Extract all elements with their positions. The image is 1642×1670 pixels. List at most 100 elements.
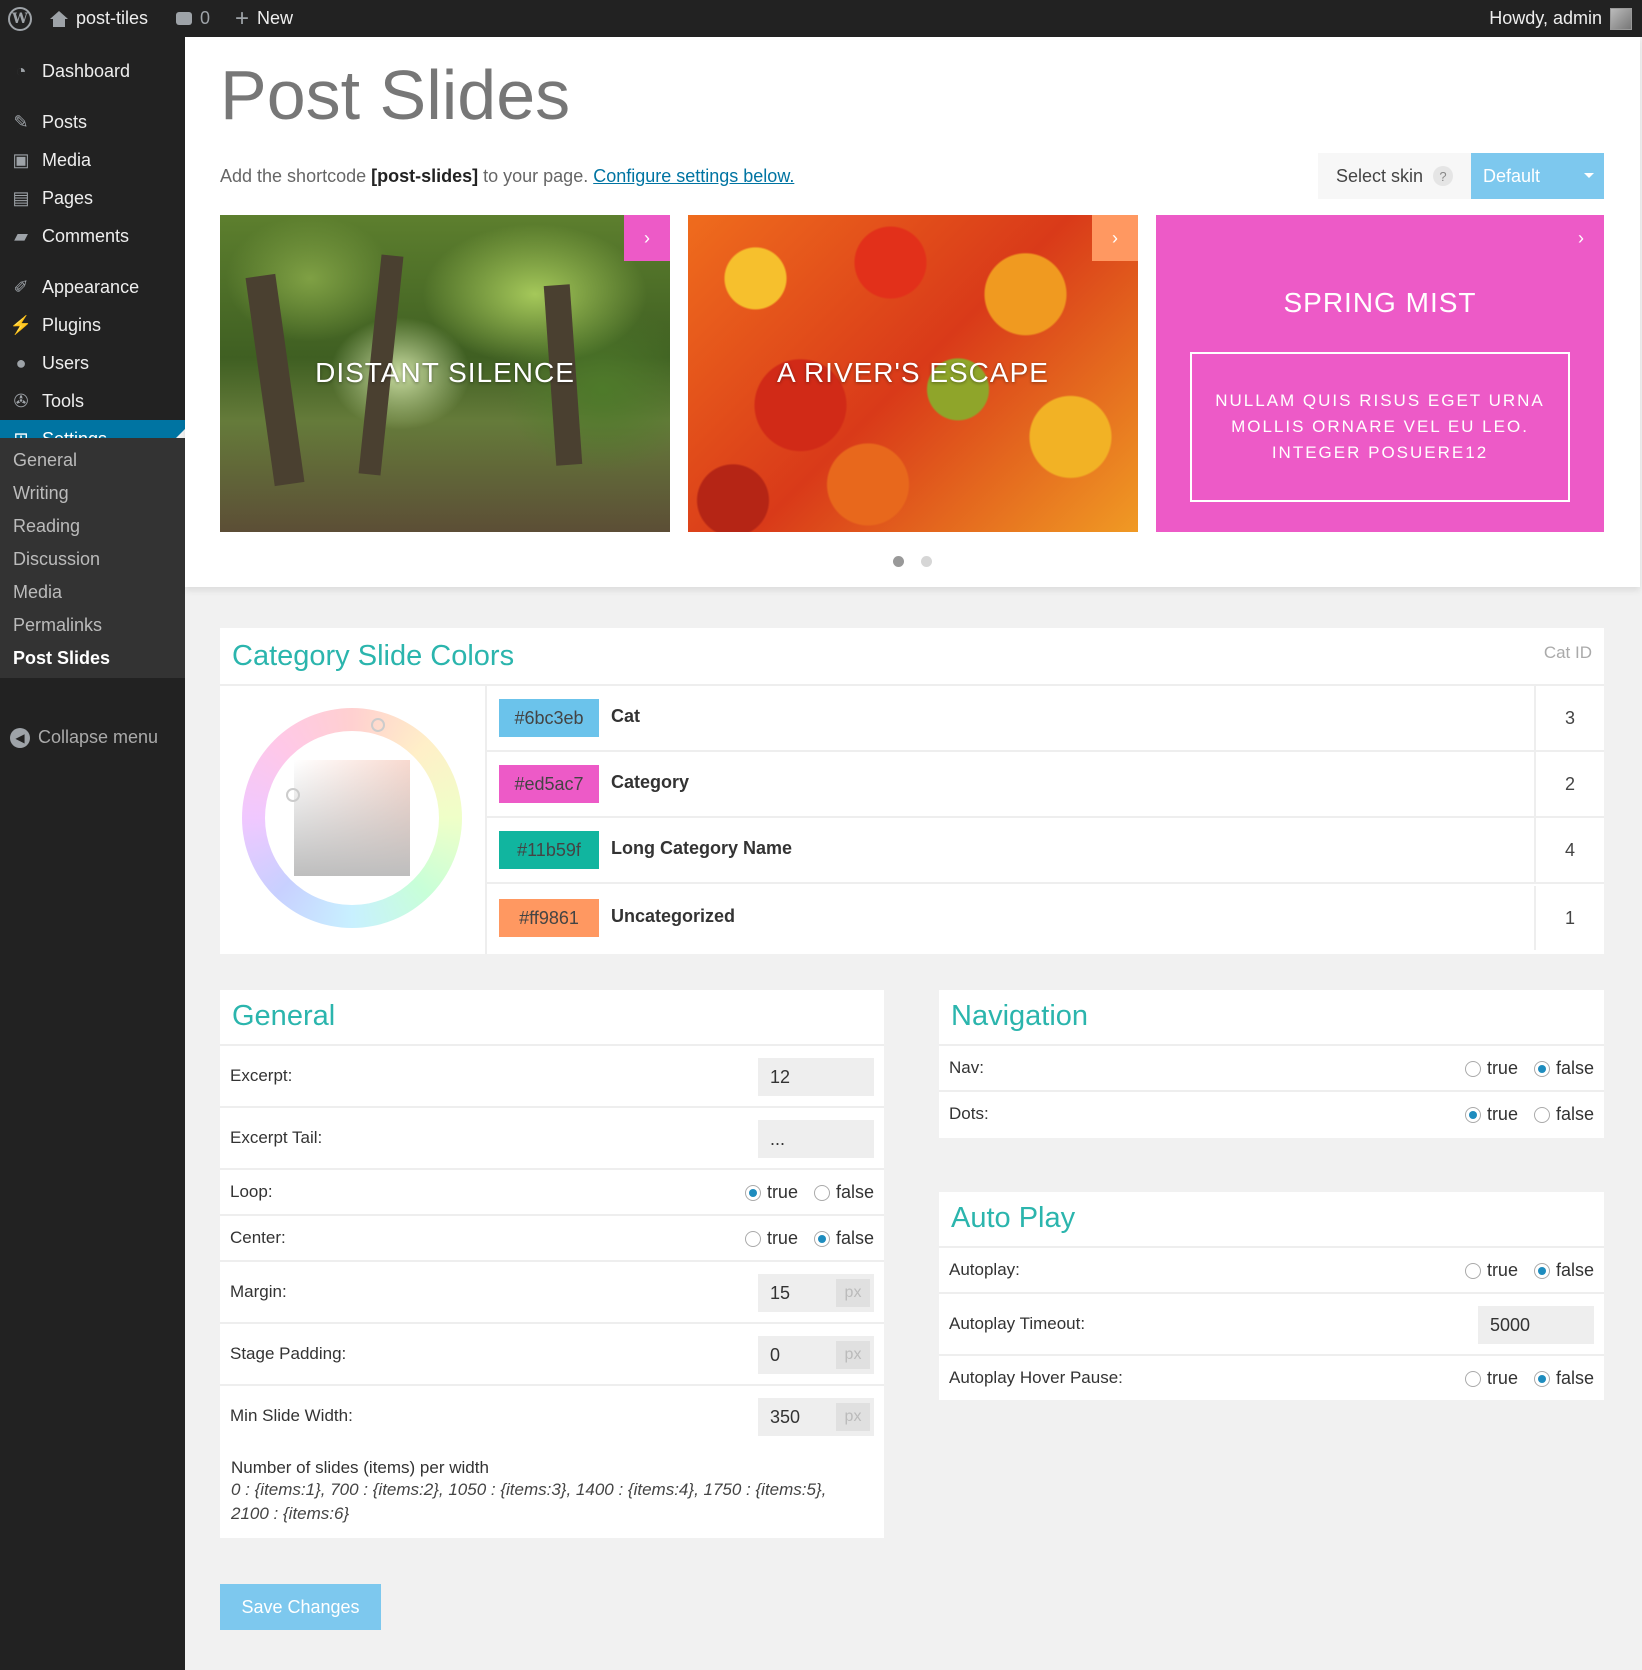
sidebar-item-posts[interactable]: ✎ Posts	[0, 103, 185, 141]
autoplay-panel: Auto Play Autoplay: true false Autoplay …	[939, 1192, 1604, 1400]
color-picker	[220, 686, 487, 954]
submenu-general[interactable]: General	[13, 450, 77, 471]
pin-icon: ✎	[13, 111, 29, 132]
category-row: #ed5ac7 Category 2	[487, 752, 1604, 818]
sidebar-item-dashboard[interactable]: ◔ Dashboard	[0, 52, 185, 90]
account-menu[interactable]: Howdy, admin	[1489, 0, 1632, 37]
media-icon: ▣	[12, 149, 30, 170]
nav-false-radio[interactable]: false	[1533, 1058, 1594, 1079]
section-title: Navigation	[951, 1000, 1089, 1032]
submenu-reading[interactable]: Reading	[13, 516, 80, 537]
hover-pause-true-radio[interactable]: true	[1464, 1368, 1518, 1389]
center-row: Center: true false	[220, 1216, 884, 1262]
color-swatch[interactable]: #6bc3eb	[499, 699, 599, 737]
color-swatch[interactable]: #ff9861	[499, 899, 599, 937]
select-skin-label: Select skin	[1335, 165, 1424, 186]
chevron-right-icon[interactable]: ›	[1092, 215, 1138, 261]
settings-submenu: General Writing Reading Discussion Media…	[0, 438, 185, 678]
hover-pause-false-radio[interactable]: false	[1533, 1368, 1594, 1389]
admin-bar: W post-tiles 0 + New Howdy, admin	[0, 0, 1642, 37]
min-slide-width-input[interactable]: 350 px	[758, 1398, 874, 1436]
admin-sidebar: ◔ Dashboard ✎ Posts ▣ Media ▤ Pages ▰ Comment…	[0, 37, 185, 1670]
caret-down-icon	[1584, 173, 1594, 178]
category-name: Uncategorized	[611, 906, 736, 926]
loop-true-radio[interactable]: true	[744, 1182, 798, 1203]
color-wheel[interactable]	[242, 708, 462, 928]
save-changes-button[interactable]: Save Changes	[220, 1584, 381, 1630]
sidebar-item-plugins[interactable]: ⚡ Plugins	[0, 306, 185, 344]
category-row: #6bc3eb Cat 3	[487, 686, 1604, 752]
sidebar-item-comments[interactable]: ▰ Comments	[0, 217, 185, 255]
category-row: #11b59f Long Category Name 4	[487, 818, 1604, 884]
sidebar-item-tools[interactable]: ✇ Tools	[0, 382, 185, 420]
category-row: #ff9861 Uncategorized 1	[487, 886, 1604, 952]
comment-bubble-icon	[176, 12, 192, 25]
sidebar-item-appearance[interactable]: ✐ Appearance	[0, 268, 185, 306]
collapse-arrow-icon: ◀	[10, 727, 30, 748]
excerpt-tail-input[interactable]: ...	[758, 1120, 874, 1158]
category-id: 2	[1534, 752, 1604, 816]
autoplay-false-radio[interactable]: false	[1533, 1260, 1594, 1281]
site-name-link[interactable]: post-tiles	[50, 0, 148, 37]
center-false-radio[interactable]: false	[813, 1228, 874, 1249]
hue-handle[interactable]	[371, 718, 385, 732]
submenu-permalinks[interactable]: Permalinks	[13, 615, 102, 636]
wordpress-logo-icon[interactable]: W	[8, 0, 32, 37]
collapse-menu-button[interactable]: ◀ Collapse menu	[10, 727, 158, 748]
page-title: Post Slides	[220, 56, 571, 134]
excerpt-input[interactable]: 12	[758, 1058, 874, 1096]
slider-dot-2[interactable]	[921, 556, 932, 567]
autoplay-timeout-input[interactable]: 5000	[1478, 1306, 1594, 1344]
slider-dots	[893, 556, 932, 567]
chevron-right-icon[interactable]: ›	[1558, 215, 1604, 261]
submenu-media[interactable]: Media	[13, 582, 62, 603]
category-id: 4	[1534, 818, 1604, 882]
category-name: Cat	[611, 706, 641, 726]
help-icon[interactable]: ?	[1433, 166, 1454, 186]
slide-spring-mist[interactable]: SPRING MIST NULLAM QUIS RISUS EGET URNA …	[1156, 215, 1604, 532]
new-content-link[interactable]: + New	[235, 0, 293, 37]
stage-padding-input[interactable]: 0 px	[758, 1336, 874, 1374]
configure-settings-link[interactable]: Configure settings below.	[593, 166, 794, 186]
autoplay-true-radio[interactable]: true	[1464, 1260, 1518, 1281]
wrench-icon: ✇	[13, 390, 29, 411]
color-swatch[interactable]: #ed5ac7	[499, 765, 599, 803]
sidebar-item-pages[interactable]: ▤ Pages	[0, 179, 185, 217]
user-icon: ●	[15, 352, 27, 373]
brush-icon: ✐	[13, 276, 29, 297]
category-name: Long Category Name	[611, 838, 793, 858]
slide-a-rivers-escape[interactable]: A RIVER'S ESCAPE ›	[688, 215, 1138, 532]
dots-true-radio[interactable]: true	[1464, 1104, 1518, 1125]
stage-padding-row: Stage Padding: 0 px	[220, 1324, 884, 1386]
dashboard-icon: ◔	[15, 60, 27, 81]
slide-title: A RIVER'S ESCAPE	[777, 357, 1049, 388]
saturation-square[interactable]	[294, 760, 410, 876]
excerpt-tail-row: Excerpt Tail: ...	[220, 1108, 884, 1170]
loop-false-radio[interactable]: false	[813, 1182, 874, 1203]
nav-row: Nav: true false	[939, 1046, 1604, 1092]
slider-dot-1[interactable]	[893, 556, 904, 567]
loop-row: Loop: true false	[220, 1170, 884, 1216]
pages-icon: ▤	[12, 187, 30, 208]
margin-input[interactable]: 15 px	[758, 1274, 874, 1312]
autoplay-row: Autoplay: true false	[939, 1248, 1604, 1294]
slide-distant-silence[interactable]: DISTANT SILENCE ›	[220, 215, 670, 532]
center-true-radio[interactable]: true	[744, 1228, 798, 1249]
category-colors-panel: Category Slide Colors Cat ID #6bc3eb Cat…	[220, 628, 1604, 954]
submenu-writing[interactable]: Writing	[13, 483, 69, 504]
dots-false-radio[interactable]: false	[1533, 1104, 1594, 1125]
sidebar-item-media[interactable]: ▣ Media	[0, 141, 185, 179]
skin-dropdown[interactable]: Default	[1471, 153, 1604, 199]
plug-icon: ⚡	[9, 314, 33, 335]
nav-true-radio[interactable]: true	[1464, 1058, 1518, 1079]
general-panel: General Excerpt: 12 Excerpt Tail: ... Lo…	[220, 990, 884, 1538]
color-swatch[interactable]: #11b59f	[499, 831, 599, 869]
submenu-post-slides[interactable]: Post Slides	[13, 648, 110, 669]
autoplay-timeout-row: Autoplay Timeout: 5000	[939, 1294, 1604, 1356]
sidebar-item-users[interactable]: ● Users	[0, 344, 185, 382]
saturation-handle[interactable]	[286, 788, 300, 802]
section-title: General	[232, 1000, 336, 1032]
chevron-right-icon[interactable]: ›	[624, 215, 670, 261]
comments-link[interactable]: 0	[176, 0, 210, 37]
submenu-discussion[interactable]: Discussion	[13, 549, 100, 570]
